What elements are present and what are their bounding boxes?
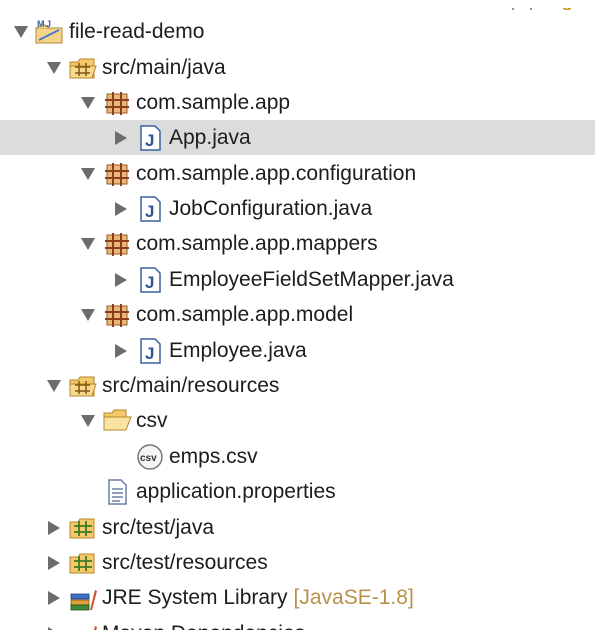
- tree-item-label: Employee.java: [169, 339, 307, 362]
- source-folder-icon: [68, 549, 98, 577]
- java-file-icon: J: [135, 124, 165, 152]
- svg-text:J: J: [145, 131, 154, 150]
- chevron-down-icon[interactable]: [81, 167, 95, 180]
- tree-item-label: JobConfiguration.java: [169, 197, 373, 220]
- package-icon: [102, 160, 132, 188]
- source-folder-icon: [68, 372, 98, 400]
- expand-toggle[interactable]: [110, 333, 132, 368]
- tree-item-src-main-java[interactable]: src/main/java: [0, 50, 595, 85]
- expand-toggle[interactable]: [43, 616, 65, 630]
- expand-toggle[interactable]: [43, 368, 65, 403]
- java-file-icon: J: [135, 195, 165, 223]
- chevron-right-icon[interactable]: [48, 555, 60, 570]
- svg-text:J: J: [145, 202, 154, 221]
- tree-item-src-test-resources[interactable]: src/test/resources: [0, 545, 595, 580]
- tree-item-jre-library[interactable]: JRE System Library [JavaSE-1.8]: [0, 580, 595, 615]
- tree-item-label: application.properties: [136, 480, 336, 503]
- tree-item-label: csv: [136, 409, 168, 432]
- svg-text:J: J: [145, 344, 154, 363]
- expand-toggle[interactable]: [43, 580, 65, 615]
- chevron-right-icon[interactable]: [115, 130, 127, 145]
- chevron-right-icon[interactable]: [115, 201, 127, 216]
- chevron-right-icon[interactable]: [48, 590, 60, 605]
- tree-item-label: src/test/resources: [102, 551, 268, 574]
- tree-item-folder-csv[interactable]: csv: [0, 403, 595, 438]
- chevron-right-icon[interactable]: [115, 343, 127, 358]
- tree-item-label: file-read-demo: [69, 20, 205, 43]
- chevron-right-icon[interactable]: [48, 626, 60, 630]
- chevron-right-icon[interactable]: [115, 272, 127, 287]
- expand-toggle[interactable]: [43, 50, 65, 85]
- svg-text:M: M: [37, 19, 45, 29]
- tree-item-employee-java[interactable]: J Employee.java: [0, 333, 595, 368]
- tree-item-label: emps.csv: [169, 445, 258, 468]
- tree-item-src-main-resources[interactable]: src/main/resources: [0, 368, 595, 403]
- library-icon: [68, 584, 98, 612]
- expand-toggle[interactable]: [77, 226, 99, 261]
- tree-item-maven-dependencies[interactable]: Maven Dependencies: [0, 616, 595, 630]
- csv-file-icon: csv: [135, 443, 165, 471]
- chevron-down-icon[interactable]: [81, 414, 95, 427]
- collapse-all-icon[interactable]: [512, 1, 532, 10]
- toolbar-icons: [512, 1, 578, 10]
- expand-toggle[interactable]: [10, 14, 32, 49]
- expand-toggle[interactable]: [77, 156, 99, 191]
- maven-java-project-icon: M J: [35, 18, 65, 46]
- svg-text:csv: csv: [140, 453, 157, 464]
- tree-item-label: src/main/resources: [102, 374, 280, 397]
- expand-toggle[interactable]: [77, 85, 99, 120]
- chevron-down-icon[interactable]: [81, 308, 95, 321]
- tree-item-emps-csv[interactable]: csv emps.csv: [0, 439, 595, 474]
- tree-item-label: src/main/java: [102, 56, 226, 79]
- expand-toggle[interactable]: [77, 403, 99, 438]
- expand-toggle[interactable]: [110, 191, 132, 226]
- java-file-icon: J: [135, 266, 165, 294]
- tree-item-src-test-java[interactable]: src/test/java: [0, 510, 595, 545]
- expand-toggle[interactable]: [110, 120, 132, 155]
- tree-item-application-properties[interactable]: application.properties: [0, 474, 595, 509]
- chevron-right-icon[interactable]: [48, 520, 60, 535]
- chevron-down-icon[interactable]: [81, 96, 95, 109]
- expand-toggle[interactable]: [77, 297, 99, 332]
- package-icon: [102, 89, 132, 117]
- java-file-icon: J: [135, 337, 165, 365]
- package-icon: [102, 301, 132, 329]
- tree-item-label: com.sample.app: [136, 91, 291, 114]
- tree-item-label: JRE System Library: [102, 586, 288, 609]
- tree-item-project[interactable]: M J file-read-demo: [0, 14, 595, 49]
- expand-toggle[interactable]: [43, 510, 65, 545]
- tree-item-package-app[interactable]: com.sample.app: [0, 85, 595, 120]
- view-toolbar: [505, 0, 595, 10]
- tree-item-package-mappers[interactable]: com.sample.app.mappers: [0, 226, 595, 261]
- tree-item-label: com.sample.app.configuration: [136, 162, 417, 185]
- chevron-down-icon[interactable]: [47, 379, 61, 392]
- tree-item-employeefieldsetmapper-java[interactable]: J EmployeeFieldSetMapper.java: [0, 262, 595, 297]
- chevron-down-icon[interactable]: [14, 25, 28, 38]
- tree-item-decoration: [JavaSE-1.8]: [293, 586, 414, 609]
- tree-item-label: src/test/java: [102, 516, 215, 539]
- source-folder-icon: [68, 514, 98, 542]
- tree-item-jobconfiguration-java[interactable]: J JobConfiguration.java: [0, 191, 595, 226]
- svg-text:J: J: [46, 19, 51, 29]
- chevron-down-icon[interactable]: [47, 61, 61, 74]
- library-icon: [68, 620, 98, 630]
- source-folder-icon: [68, 54, 98, 82]
- tree-item-label: App.java: [169, 126, 251, 149]
- tree-item-app-java[interactable]: J App.java: [0, 120, 595, 155]
- tree-item-label: EmployeeFieldSetMapper.java: [169, 268, 454, 291]
- tree-item-package-configuration[interactable]: com.sample.app.configuration: [0, 156, 595, 191]
- chevron-down-icon[interactable]: [81, 237, 95, 250]
- svg-text:J: J: [145, 273, 154, 292]
- tree-item-label: com.sample.app.model: [136, 303, 354, 326]
- tree-item-package-model[interactable]: com.sample.app.model: [0, 297, 595, 332]
- properties-file-icon: [102, 478, 132, 506]
- tree-item-label: com.sample.app.mappers: [136, 232, 378, 255]
- expand-toggle[interactable]: [43, 545, 65, 580]
- tree-item-label: Maven Dependencies: [102, 616, 305, 630]
- folder-open-icon: [102, 407, 132, 435]
- expand-toggle[interactable]: [110, 262, 132, 297]
- link-editor-icon[interactable]: [556, 1, 578, 10]
- package-icon: [102, 230, 132, 258]
